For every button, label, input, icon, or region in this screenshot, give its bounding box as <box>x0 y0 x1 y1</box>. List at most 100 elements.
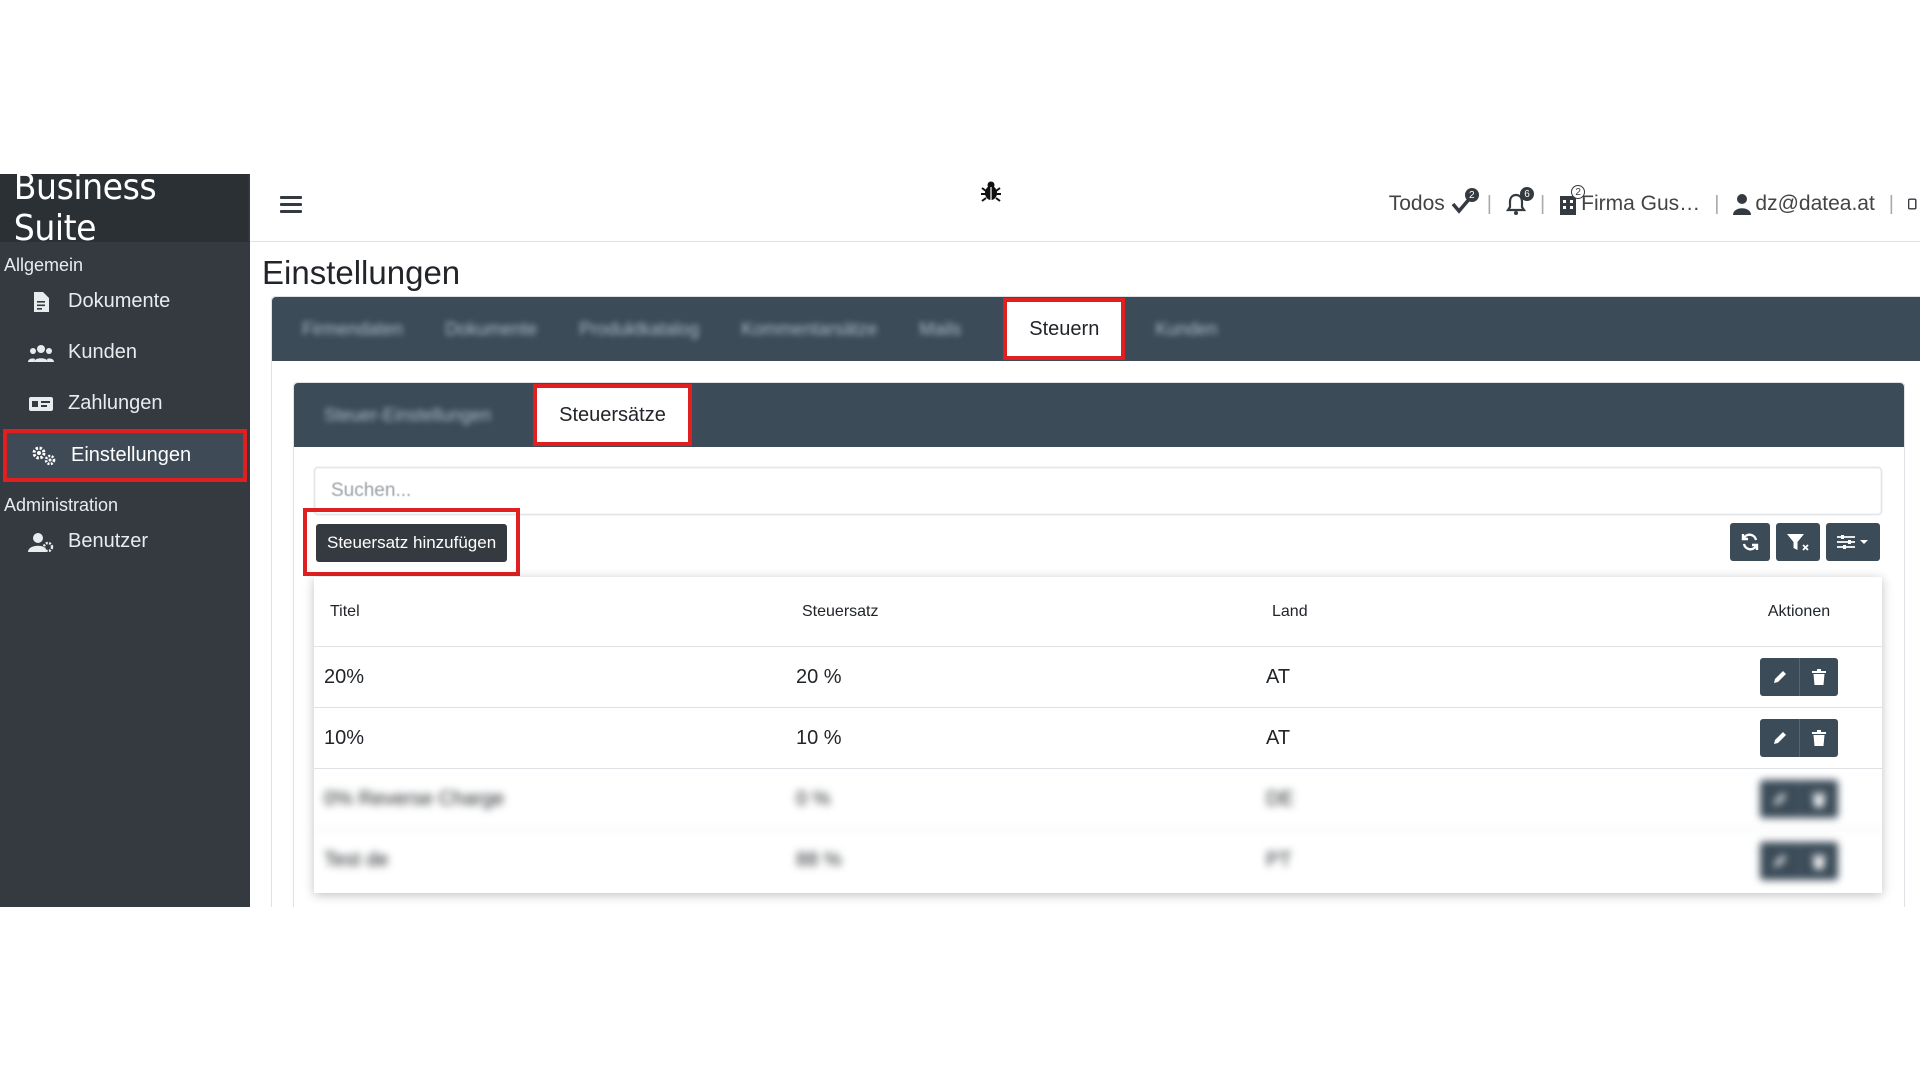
topbar: Todos 2 | 6 | 2 Firma Gus… | dz@datea.at… <box>250 174 1920 242</box>
user-icon <box>1733 193 1752 215</box>
bell-icon: 6 <box>1505 187 1534 215</box>
trash-icon <box>1812 854 1826 869</box>
sidebar-item-dokumente[interactable]: Dokumente <box>0 276 250 327</box>
table-row[interactable]: Test de 88 % PT <box>314 830 1882 891</box>
clear-filter-button[interactable] <box>1776 523 1820 561</box>
delete-button[interactable] <box>1799 658 1838 696</box>
divider: | <box>1539 192 1546 215</box>
cell-land: AT <box>1266 726 1291 749</box>
notifications-badge: 6 <box>1519 187 1534 201</box>
delete-button[interactable] <box>1799 780 1838 818</box>
cell-titel: Test de <box>324 849 389 871</box>
tab-steuer-einstellungen[interactable]: Steuer-Einstellungen <box>324 405 491 426</box>
cell-steuersatz: 88 % <box>796 849 842 871</box>
money-icon <box>28 393 54 415</box>
user-menu[interactable]: dz@datea.at <box>1733 192 1875 216</box>
tab-mails[interactable]: Mails <box>919 319 961 340</box>
todos-badge: 2 <box>1464 188 1479 202</box>
tab-steuersaetze[interactable]: Steuersätze <box>533 384 692 446</box>
topbar-right: Todos 2 | 6 | 2 Firma Gus… | dz@datea.at… <box>1388 185 1920 216</box>
tab-dokumente[interactable]: Dokumente <box>445 319 537 340</box>
column-header-aktionen: Aktionen <box>1767 602 1831 620</box>
delete-button[interactable] <box>1799 841 1838 880</box>
add-tax-rate-button[interactable]: Steuersatz hinzufügen <box>316 524 508 562</box>
column-settings-button[interactable] <box>1826 523 1880 561</box>
tax-card: Steuer-Einstellungen Steuersätze Suchen.… <box>293 382 1905 907</box>
todos-label: Todos <box>1388 192 1445 215</box>
sidebar-item-einstellungen[interactable]: Einstellungen <box>3 429 247 482</box>
tab-firmendaten[interactable]: Firmendaten <box>302 319 403 340</box>
cell-steuersatz: 10 % <box>796 726 842 749</box>
table-row[interactable]: 0% Reverse Charge 0 % DE <box>314 769 1882 830</box>
sub-tabs: Steuer-Einstellungen Steuersätze <box>294 383 1904 447</box>
cell-land: PT <box>1266 849 1292 871</box>
divider: | <box>1714 192 1720 215</box>
tab-steuern[interactable]: Steuern <box>1003 298 1126 360</box>
trash-icon <box>1812 669 1826 685</box>
company-switcher[interactable]: 2 Firma Gus… <box>1559 185 1701 216</box>
document-icon <box>28 291 54 313</box>
cell-titel: 10% <box>324 726 365 749</box>
sliders-icon <box>1837 535 1868 549</box>
notifications-button[interactable]: 6 <box>1505 187 1534 215</box>
edit-button[interactable] <box>1760 841 1799 880</box>
tax-rates-table: Titel Steuersatz Land Aktionen 20% 20 % … <box>314 577 1882 893</box>
sidebar-item-label: Zahlungen <box>68 392 163 414</box>
edit-button[interactable] <box>1760 658 1799 696</box>
logout-icon[interactable] <box>1908 193 1920 215</box>
trash-icon <box>1812 730 1826 746</box>
filter-clear-icon <box>1787 534 1809 551</box>
edit-button[interactable] <box>1760 780 1799 818</box>
cell-titel: 20% <box>324 665 365 688</box>
todos-link[interactable]: Todos 2 <box>1388 188 1479 216</box>
sidebar-item-benutzer[interactable]: Benutzer <box>0 516 250 567</box>
pencil-icon <box>1773 854 1786 867</box>
column-header-titel[interactable]: Titel <box>314 603 786 621</box>
cell-actions <box>1716 841 1882 880</box>
sidebar: Business Suite Allgemein Dokumente Kunde… <box>0 174 250 907</box>
sidebar-item-label: Benutzer <box>68 530 149 552</box>
cell-steuersatz: 20 % <box>796 665 842 688</box>
pencil-icon <box>1773 793 1786 805</box>
menu-toggle-icon[interactable] <box>280 196 302 218</box>
table-toolbar <box>1730 523 1880 561</box>
column-header-land[interactable]: Land <box>1256 603 1716 621</box>
cell-actions <box>1716 780 1882 818</box>
page-title: Einstellungen <box>262 254 461 291</box>
trash-icon <box>1812 793 1826 807</box>
cell-land: AT <box>1266 665 1291 688</box>
refresh-button[interactable] <box>1730 523 1770 561</box>
cell-actions <box>1716 719 1882 757</box>
search-input[interactable]: Suchen... <box>314 467 1882 515</box>
brand-logo[interactable]: Business Suite <box>0 174 249 249</box>
edit-button[interactable] <box>1760 719 1799 757</box>
user-email: dz@datea.at <box>1755 192 1875 215</box>
tab-kunden[interactable]: Kunden <box>1155 319 1217 340</box>
sidebar-item-zahlungen[interactable]: Zahlungen <box>0 378 250 429</box>
company-name: Firma Gus… <box>1581 192 1701 215</box>
sidebar-item-label: Einstellungen <box>71 444 192 466</box>
add-button-highlight: Steuersatz hinzufügen <box>303 508 521 576</box>
delete-button[interactable] <box>1799 719 1838 757</box>
cell-land: DE <box>1266 787 1294 810</box>
table-row[interactable]: 10% 10 % AT <box>314 708 1882 769</box>
cell-steuersatz: 0 % <box>796 787 831 810</box>
refresh-icon <box>1741 533 1759 551</box>
divider: | <box>1486 192 1492 215</box>
settings-card: Firmendaten Dokumente Produktkatalog Kom… <box>271 296 1920 907</box>
sidebar-item-label: Kunden <box>68 341 137 363</box>
cell-titel: 0% Reverse Charge <box>324 787 505 810</box>
divider: | <box>1888 192 1894 215</box>
table-row[interactable]: 20% 20 % AT <box>314 647 1882 708</box>
main-tabs: Firmendaten Dokumente Produktkatalog Kom… <box>272 297 1920 361</box>
pencil-icon <box>1773 732 1786 744</box>
tab-produktkatalog[interactable]: Produktkatalog <box>579 319 699 340</box>
section-label-administration: Administration <box>4 495 119 515</box>
column-header-steuersatz[interactable]: Steuersatz <box>786 603 1256 621</box>
check-icon: 2 <box>1451 188 1479 214</box>
sidebar-item-label: Dokumente <box>68 290 171 312</box>
tab-kommentarsaetze[interactable]: Kommentarsätze <box>741 319 877 340</box>
sidebar-item-kunden[interactable]: Kunden <box>0 327 250 378</box>
user-gear-icon <box>28 531 54 553</box>
bug-report-icon[interactable] <box>978 178 1004 204</box>
